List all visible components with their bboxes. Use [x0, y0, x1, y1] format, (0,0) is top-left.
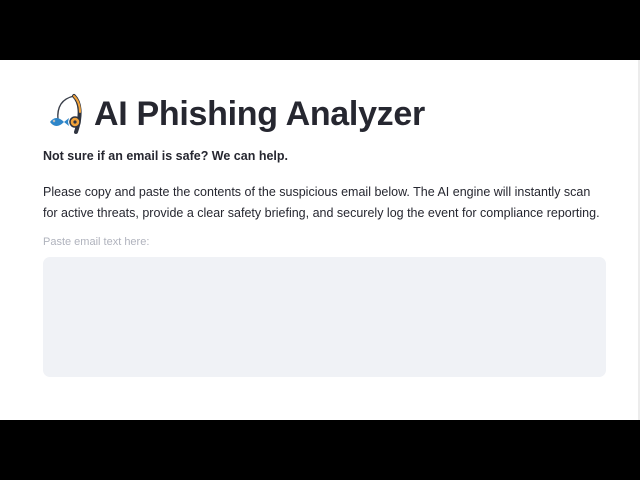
email-text-input[interactable] — [43, 257, 606, 377]
letterbox-bottom — [0, 420, 640, 480]
letterbox-top — [0, 0, 640, 60]
page-subtitle: Not sure if an email is safe? We can hel… — [43, 149, 288, 163]
app-main: AI Phishing Analyzer Not sure if an emai… — [0, 60, 640, 420]
page-title-row: AI Phishing Analyzer — [44, 92, 425, 136]
email-field-label: Paste email text here: — [43, 236, 150, 248]
instructions-text: Please copy and paste the contents of th… — [43, 185, 600, 220]
page-title: AI Phishing Analyzer — [94, 94, 425, 133]
fishing-pole-icon — [44, 92, 86, 136]
